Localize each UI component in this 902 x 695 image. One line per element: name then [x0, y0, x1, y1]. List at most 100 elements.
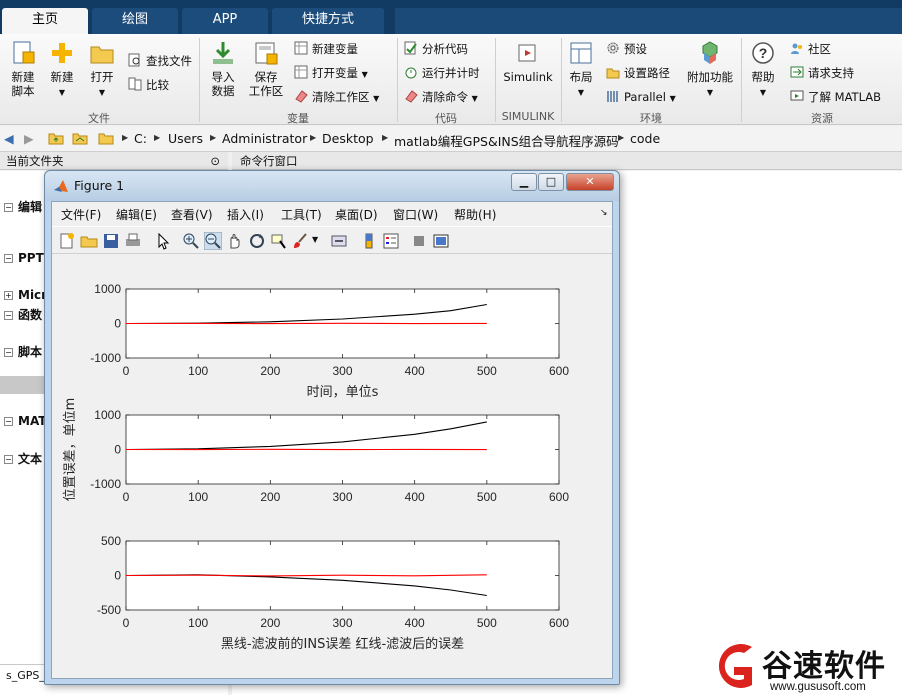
clear-commands-button[interactable]: 清除命令 ▼ — [404, 88, 478, 106]
menu-help[interactable]: 帮助(H) — [454, 206, 496, 223]
menu-edit[interactable]: 编辑(E) — [116, 206, 157, 223]
set-path-button[interactable]: 设置路径 — [606, 64, 670, 82]
command-window-header: 命令行窗口 — [232, 152, 902, 170]
parallel-button[interactable]: Parallel ▼ — [606, 88, 676, 106]
compare-button[interactable]: 比较 — [128, 76, 169, 94]
tree-group-mat[interactable]: − MAT — [4, 414, 46, 428]
tab-shortcuts[interactable]: 快捷方式 — [272, 8, 384, 34]
preferences-button[interactable]: 预设 — [606, 40, 647, 58]
layout-button[interactable]: 布局 ▼ — [566, 40, 596, 100]
new-script-label-2: 脚本 — [11, 84, 35, 98]
collapse-icon[interactable]: − — [4, 203, 13, 212]
colorbar-icon[interactable] — [360, 232, 378, 250]
pointer-icon[interactable] — [154, 232, 172, 250]
forward-icon[interactable]: ▶ — [24, 131, 34, 146]
new-script-button[interactable]: 新建 脚本 — [6, 40, 40, 98]
menu-view[interactable]: 查看(V) — [171, 206, 213, 223]
brush-icon[interactable] — [292, 232, 310, 250]
open-button[interactable]: 打开 ▼ — [86, 40, 118, 100]
pan-hand-icon[interactable] — [226, 232, 244, 250]
close-button[interactable]: ✕ — [566, 173, 614, 191]
save-workspace-button[interactable]: 保存 工作区 — [246, 40, 286, 98]
collapse-icon[interactable]: − — [4, 311, 13, 320]
group-variable-label: 变量 — [287, 112, 309, 125]
import-data-button[interactable]: 导入 数据 — [206, 40, 240, 98]
panel-menu-icon[interactable]: ⊙ — [210, 152, 220, 170]
breadcrumb-separator: ▶ — [382, 133, 389, 142]
simulink-button[interactable]: Simulink — [500, 40, 556, 84]
minimize-button[interactable]: ▁ — [511, 173, 537, 191]
breadcrumb-separator: ▶ — [210, 133, 217, 142]
menu-tools[interactable]: 工具(T) — [281, 206, 322, 223]
parallel-label: Parallel — [624, 90, 666, 104]
zoom-out-icon[interactable] — [204, 232, 222, 250]
tree-group-edit[interactable]: − 编辑 — [4, 198, 42, 215]
save-icon[interactable] — [102, 232, 120, 250]
browse-folder-icon[interactable] — [72, 131, 88, 145]
find-files-button[interactable]: 查找文件 — [128, 52, 192, 70]
maximize-button[interactable]: □ — [538, 173, 564, 191]
parallel-icon — [607, 91, 618, 102]
folder-icon — [90, 46, 114, 64]
menu-insert[interactable]: 插入(I) — [227, 206, 264, 223]
tree-group-text[interactable]: − 文本 — [4, 450, 42, 467]
analyze-code-button[interactable]: 分析代码 — [404, 40, 468, 58]
rotate-3d-icon[interactable] — [248, 232, 266, 250]
breadcrumb-code[interactable]: code — [630, 131, 660, 146]
selected-row[interactable] — [0, 376, 44, 394]
chevron-down-icon[interactable]: ▼ — [312, 235, 318, 244]
link-plot-icon[interactable] — [330, 232, 348, 250]
breadcrumb-project[interactable]: matlab编程GPS&INS组合导航程序源码 — [394, 131, 619, 150]
breadcrumb-users[interactable]: Users — [168, 131, 203, 146]
up-folder-icon[interactable] — [48, 131, 64, 145]
clear-workspace-button[interactable]: 清除工作区 ▼ — [294, 88, 379, 106]
menu-file[interactable]: 文件(F) — [61, 206, 101, 223]
learn-matlab-button[interactable]: 了解 MATLAB — [790, 88, 881, 106]
back-icon[interactable]: ◀ — [4, 131, 14, 146]
print-icon[interactable] — [124, 232, 142, 250]
request-support-button[interactable]: 请求支持 — [790, 64, 854, 82]
collapse-icon[interactable]: − — [4, 417, 13, 426]
collapse-icon[interactable]: − — [4, 455, 13, 464]
tree-group-scripts[interactable]: − 脚本 — [4, 343, 42, 360]
learn-label: 了解 MATLAB — [808, 90, 882, 104]
hide-plot-tools-icon[interactable] — [410, 232, 428, 250]
breadcrumb-desktop[interactable]: Desktop — [322, 131, 374, 146]
community-button[interactable]: 社区 — [790, 40, 831, 58]
data-cursor-icon[interactable] — [270, 232, 288, 250]
open-file-icon[interactable] — [80, 232, 98, 250]
menubar-dock-icon[interactable]: ↘ — [600, 208, 608, 218]
new-variable-label: 新建变量 — [312, 42, 358, 56]
help-button[interactable]: ? 帮助 ▼ — [748, 40, 778, 100]
group-code-label: 代码 — [435, 112, 457, 125]
gear-icon — [607, 42, 619, 54]
figure-titlebar[interactable]: Figure 1 ▁ □ ✕ — [45, 171, 619, 201]
tree-group-functions[interactable]: − 函数 — [4, 306, 42, 323]
y-tick-label: -1000 — [90, 351, 121, 365]
help-label: 帮助 — [751, 70, 775, 84]
show-plot-tools-icon[interactable] — [432, 232, 450, 250]
help-icon: ? — [752, 42, 774, 64]
tree-group-ppt[interactable]: − PPT — [4, 251, 44, 265]
breadcrumb-administrator[interactable]: Administrator — [222, 131, 307, 146]
new-figure-icon[interactable] — [58, 232, 76, 250]
collapse-icon[interactable]: − — [4, 254, 13, 263]
expand-icon[interactable]: + — [4, 291, 13, 300]
menu-desktop[interactable]: 桌面(D) — [335, 206, 378, 223]
new-button[interactable]: 新建 ▼ — [46, 40, 78, 100]
legend-icon[interactable] — [382, 232, 400, 250]
tab-home[interactable]: 主页 — [2, 8, 88, 34]
open-variable-button[interactable]: 打开变量 ▼ — [294, 64, 368, 82]
new-variable-button[interactable]: 新建变量 — [294, 40, 358, 58]
tree-group-micr[interactable]: + Micr — [4, 288, 47, 302]
collapse-icon[interactable]: − — [4, 348, 13, 357]
menu-window[interactable]: 窗口(W) — [393, 206, 438, 223]
x-axis-label: 时间，单位s — [307, 385, 379, 400]
add-ons-button[interactable]: 附加功能 ▼ — [686, 40, 734, 100]
zoom-in-icon[interactable] — [182, 232, 200, 250]
breadcrumb-drive[interactable]: C: — [134, 131, 147, 146]
tab-apps[interactable]: APP — [182, 8, 268, 34]
run-and-time-button[interactable]: 运行并计时 — [404, 64, 480, 82]
save-ws-label-1: 保存 — [254, 70, 278, 84]
tab-plots[interactable]: 绘图 — [92, 8, 178, 34]
